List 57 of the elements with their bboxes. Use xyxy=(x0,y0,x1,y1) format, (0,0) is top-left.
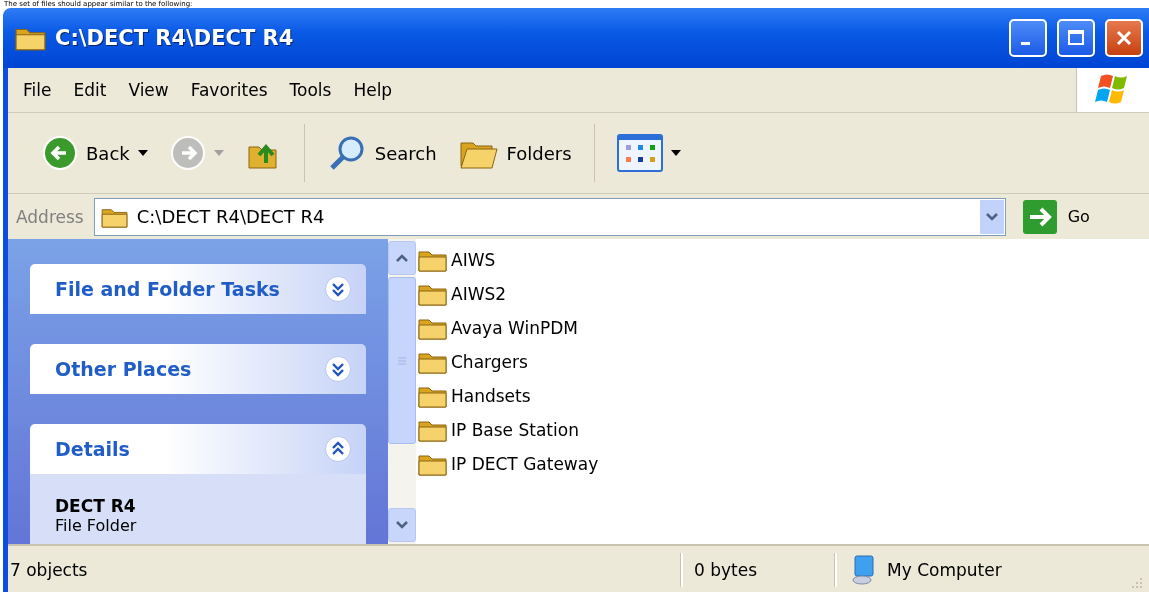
caret-icon xyxy=(670,150,681,156)
menu-item[interactable]: Help xyxy=(342,76,404,104)
panel-header[interactable]: File and Folder Tasks xyxy=(30,264,366,314)
folder-icon xyxy=(418,384,448,408)
go-button[interactable]: Go xyxy=(1011,198,1090,235)
scroll-down-button[interactable] xyxy=(388,508,416,542)
maximize-button[interactable] xyxy=(1057,19,1095,57)
chevron-down-icon xyxy=(395,520,409,530)
back-button[interactable]: Back xyxy=(36,131,154,175)
folder-item[interactable]: IP Base Station xyxy=(418,413,599,447)
scroll-up-button[interactable] xyxy=(388,241,416,275)
scroll-thumb[interactable] xyxy=(388,277,416,444)
address-label: Address xyxy=(15,206,85,227)
folder-item[interactable]: Chargers xyxy=(418,345,599,379)
menu-item[interactable]: Favorites xyxy=(179,76,279,104)
dropdown-button[interactable] xyxy=(979,199,1004,234)
status-text: 7 objects xyxy=(10,559,89,580)
chevron-down-icon xyxy=(985,212,998,221)
window-title: C:\DECT R4\DECT R4 xyxy=(55,26,294,50)
menu-item[interactable]: Edit xyxy=(62,76,118,104)
folder-icon xyxy=(418,350,448,374)
menu-item[interactable]: View xyxy=(117,76,180,104)
panel-header[interactable]: Details xyxy=(30,424,366,474)
folder-item[interactable]: AIWS xyxy=(418,243,599,277)
folder-item[interactable]: Handsets xyxy=(418,379,599,413)
minimize-button[interactable] xyxy=(1009,19,1047,57)
minimize-icon xyxy=(1021,41,1030,45)
folder-icon xyxy=(418,316,448,340)
folder-item[interactable]: IP DECT Gateway xyxy=(418,447,599,481)
folder-item[interactable]: AIWS2 xyxy=(418,277,599,311)
folder-icon xyxy=(418,282,448,306)
caret-icon xyxy=(137,150,148,156)
panel-header[interactable]: Other Places xyxy=(30,344,366,394)
address-field[interactable]: C:\DECT R4\DECT R4 xyxy=(93,197,1006,236)
resize-grip-icon[interactable] xyxy=(1129,575,1143,589)
folder-icon xyxy=(418,418,448,442)
collapse-icon[interactable] xyxy=(324,435,352,463)
folder-icon xyxy=(418,248,448,272)
search-button[interactable]: Search xyxy=(320,129,443,177)
status-text: 0 bytes xyxy=(693,559,759,580)
folder-icon xyxy=(418,452,448,476)
close-icon xyxy=(1114,28,1134,48)
expand-icon[interactable] xyxy=(324,275,352,303)
maximize-icon xyxy=(1066,28,1086,48)
menu-item[interactable]: File xyxy=(12,76,63,104)
caret-icon xyxy=(213,150,224,156)
item-name: DECT R4 xyxy=(55,496,137,516)
computer-icon xyxy=(851,554,875,585)
folder-item[interactable]: Avaya WinPDM xyxy=(418,311,599,345)
item-type: File Folder xyxy=(55,516,138,535)
views-icon xyxy=(616,134,663,172)
expand-icon[interactable] xyxy=(324,355,352,383)
folders-button[interactable]: Folders xyxy=(452,131,578,175)
status-text: My Computer xyxy=(887,559,1002,580)
chevron-up-icon xyxy=(395,253,409,263)
close-button[interactable] xyxy=(1105,19,1143,57)
menu-item[interactable]: Tools xyxy=(278,76,343,104)
